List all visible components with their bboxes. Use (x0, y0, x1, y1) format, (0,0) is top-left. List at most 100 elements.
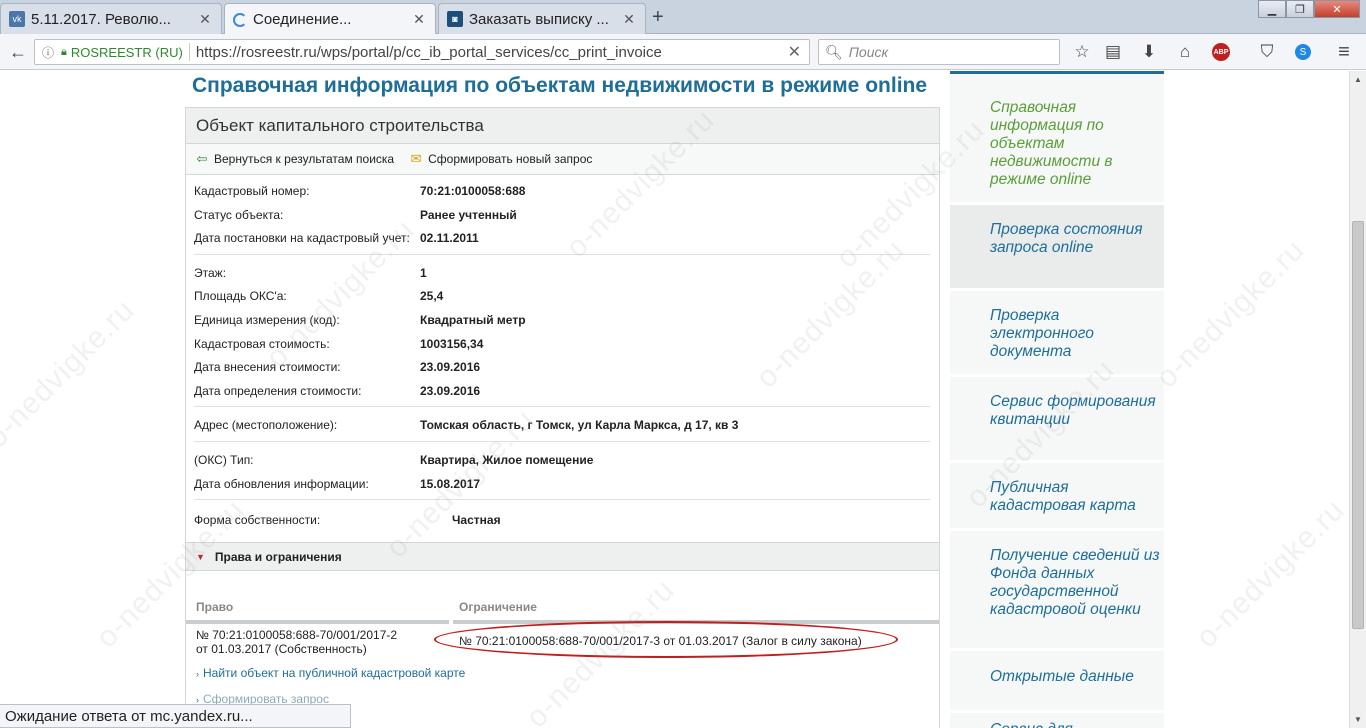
column-underline (186, 620, 449, 624)
field-value: Частная (452, 513, 501, 527)
field-value: 15.08.2017 (420, 477, 481, 491)
adblock-icon[interactable]: ABP (1209, 40, 1233, 64)
tab-order-extract[interactable]: ◙ Заказать выписку ... ✕ (438, 3, 646, 34)
find-on-map-label: Найти объект на публичной кадастровой ка… (203, 666, 466, 680)
collapse-triangle-icon: ▼ (196, 551, 205, 562)
home-icon[interactable]: ⌂ (1173, 40, 1197, 64)
minimize-icon[interactable]: ▁ (1258, 0, 1286, 18)
field-label: Форма собственности: (194, 513, 321, 527)
bookmark-star-icon[interactable]: ☆ (1070, 40, 1094, 64)
right-cell: № 70:21:0100058:688-70/001/2017-2 от 01.… (196, 628, 397, 656)
find-on-map-link[interactable]: › Найти объект на публичной кадастровой к… (196, 666, 465, 680)
window-controls: ▁ ❐ ✕ (1258, 0, 1360, 18)
field-value: Ранее учтенный (420, 208, 517, 222)
field-label: (ОКС) Тип: (194, 453, 254, 467)
url-text[interactable]: https://rosreestr.ru/wps/portal/p/cc_ib_… (196, 44, 662, 61)
sidebar-item-valuation-fund[interactable]: Получение сведений из Фонда данных госуд… (950, 531, 1164, 651)
field-label: Дата постановки на кадастровый учет: (194, 231, 410, 245)
info-icon[interactable]: ⓘ (39, 44, 57, 61)
page-content: Справочная информация по объектам недвиж… (0, 71, 1366, 728)
vk-icon: vk (9, 11, 25, 27)
search-input[interactable]: 🔍︎ Поиск (818, 39, 1060, 65)
download-icon[interactable]: ⬇ (1137, 40, 1161, 64)
tab-title: Соединение... (253, 11, 352, 28)
sidebar-item-verify-document[interactable]: Проверка электронного документа (950, 291, 1164, 377)
navigation-bar: ← ⓘ 🔒︎ ROSREESTR (RU) https://rosreestr.… (0, 34, 1366, 70)
field-label: Единица измерения (код): (194, 313, 340, 327)
watermark: o-nedvigke.ru (1190, 493, 1352, 655)
field-value: 70:21:0100058:688 (420, 184, 526, 198)
page-title: Справочная информация по объектам недвиж… (192, 74, 928, 97)
restore-icon[interactable]: ❐ (1286, 0, 1314, 18)
site-identity[interactable]: ROSREESTR (RU) (71, 45, 183, 60)
right-number: № 70:21:0100058:688-70/001/2017-2 (196, 628, 398, 642)
field-label: Дата обновления информации: (194, 477, 369, 491)
stop-icon[interactable]: ✕ (788, 42, 801, 62)
field-label: Дата внесения стоимости: (194, 360, 341, 374)
menu-icon[interactable]: ≡ (1332, 40, 1356, 64)
divider (194, 441, 930, 442)
sidebar: Справочная информация по объектам недвиж… (950, 71, 1164, 728)
reading-list-icon[interactable]: ▤ (1101, 40, 1125, 64)
back-to-results-label: Вернуться к результатам поиска (214, 152, 395, 166)
object-info-panel: Объект капитального строительства ⇦ Верн… (185, 107, 940, 728)
field-value: Квадратный метр (420, 313, 526, 327)
back-arrow-icon[interactable]: ← (5, 39, 31, 65)
shield-icon[interactable]: ⛉ (1255, 40, 1279, 64)
close-tab-icon[interactable]: ✕ (411, 11, 427, 28)
close-tab-icon[interactable]: ✕ (621, 11, 637, 28)
tab-strip: vk 5.11.2017. Револю... ✕ Соединение... … (0, 0, 1366, 35)
back-to-results-icon: ⇦ (196, 151, 208, 166)
watermark: o-nedvigke.ru (1150, 233, 1312, 395)
loading-icon (233, 12, 247, 27)
address-bar[interactable]: ⓘ 🔒︎ ROSREESTR (RU) https://rosreestr.ru… (34, 39, 810, 65)
sidebar-item-public-map[interactable]: Публичная кадастровая карта (950, 463, 1164, 531)
status-bar: Ожидание ответа от mc.yandex.ru... (0, 704, 351, 728)
field-label: Этаж: (194, 266, 227, 280)
field-label: Площадь ОКС'а: (194, 289, 287, 303)
skype-icon[interactable]: S (1291, 40, 1315, 64)
sidebar-item-request-status[interactable]: Проверка состояния запроса online (950, 205, 1164, 291)
tab-vk[interactable]: vk 5.11.2017. Револю... ✕ (0, 3, 222, 34)
new-tab-button[interactable]: + (652, 6, 664, 29)
field-value: 25,4 (420, 289, 444, 303)
link-arrow-icon: › (196, 669, 199, 679)
back-to-results-button[interactable]: ⇦ Вернуться к результатам поиска (194, 151, 395, 167)
sidebar-item-reference-info[interactable]: Справочная информация по объектам недвиж… (950, 74, 1164, 205)
panel-actions: ⇦ Вернуться к результатам поиска ✉ Сформ… (186, 144, 939, 175)
tab-connecting[interactable]: Соединение... ✕ (224, 3, 436, 35)
field-value: 02.11.2011 (420, 231, 479, 245)
field-value: 23.09.2016 (420, 384, 481, 398)
field-value: 1 (420, 266, 427, 280)
sidebar-item-open-data[interactable]: Открытые данные (950, 651, 1164, 713)
site-icon: ◙ (447, 11, 463, 27)
sidebar-item-receipt-service[interactable]: Сервис формирования квитанции (950, 377, 1164, 463)
sidebar-item-service[interactable]: Сервис для (950, 713, 1164, 728)
new-query-label: Сформировать новый запрос (428, 152, 593, 166)
divider (194, 406, 930, 407)
new-query-button[interactable]: ✉ Сформировать новый запрос (408, 151, 593, 167)
close-tab-icon[interactable]: ✕ (197, 11, 213, 28)
scroll-up-icon[interactable]: ▲ (1350, 71, 1366, 88)
scroll-thumb[interactable] (1352, 221, 1364, 629)
rights-section-toggle[interactable]: ▼ Права и ограничения (186, 542, 939, 571)
tab-title: 5.11.2017. Револю... (31, 10, 171, 28)
field-value: Квартира, Жилое помещение (420, 453, 594, 467)
close-window-icon[interactable]: ✕ (1314, 0, 1360, 18)
divider (194, 499, 930, 500)
separator (188, 43, 190, 61)
vertical-scrollbar[interactable]: ▲ ▼ (1349, 71, 1366, 728)
field-label: Кадастровая стоимость: (194, 337, 330, 351)
field-label: Дата определения стоимости: (194, 384, 362, 398)
field-label: Статус объекта: (194, 208, 284, 222)
field-value: 23.09.2016 (420, 360, 481, 374)
search-placeholder: Поиск (848, 44, 889, 60)
divider (194, 254, 930, 255)
field-label: Адрес (местоположение): (194, 418, 338, 432)
field-value: 1003156,34 (420, 337, 484, 351)
column-header-right: Право (196, 600, 234, 614)
right-date: от 01.03.2017 (Собственность) (196, 642, 367, 656)
new-query-icon: ✉ (410, 151, 422, 166)
scroll-down-icon[interactable]: ▼ (1350, 711, 1366, 728)
lock-icon: 🔒︎ (61, 45, 67, 58)
